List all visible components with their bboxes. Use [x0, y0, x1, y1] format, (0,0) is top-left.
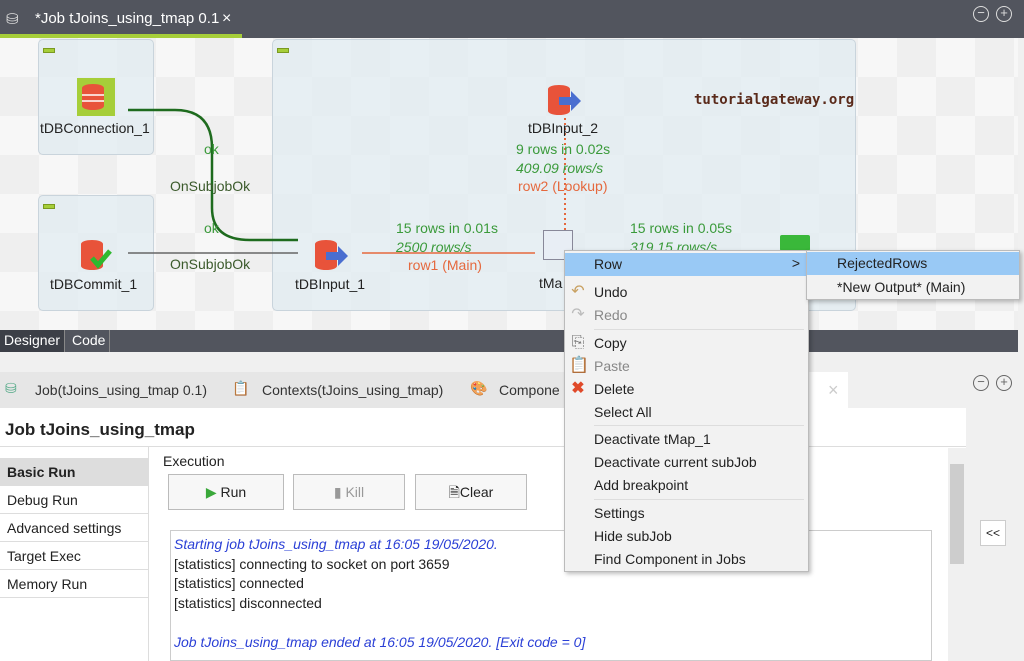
close-tab-icon[interactable]: ×	[808, 372, 848, 408]
tdbcommit-icon[interactable]	[78, 238, 114, 275]
menu-item-hide-subjob[interactable]: Hide subJob	[565, 525, 808, 548]
component-icon: 🎨	[470, 380, 488, 396]
row2-link-label[interactable]: row2 (Lookup)	[518, 178, 608, 194]
tab-contexts[interactable]: Contexts(tJoins_using_tmap)	[262, 382, 443, 398]
minimize-icon[interactable]: −	[973, 6, 989, 22]
console-line: [statistics] connecting to socket on por…	[174, 555, 450, 572]
row1-link-label[interactable]: row1 (Main)	[408, 257, 482, 273]
menu-item-select-all[interactable]: Select All	[565, 401, 808, 424]
side-debug-run[interactable]: Debug Run	[0, 486, 148, 514]
maximize-icon[interactable]: +	[996, 375, 1012, 391]
delete-icon: ✖	[571, 380, 585, 397]
watermark: tutorialgateway.org	[694, 92, 855, 108]
component-label: tDBConnection_1	[40, 120, 150, 136]
submenu-item-new-output[interactable]: *New Output* (Main)	[807, 276, 1019, 299]
menu-item-add-breakpoint[interactable]: Add breakpoint	[565, 474, 808, 497]
menu-item-copy[interactable]: ⎘ Copy	[565, 332, 808, 355]
clear-button[interactable]: 🗎Clear	[415, 474, 527, 510]
side-advanced-settings[interactable]: Advanced settings	[0, 514, 148, 542]
tab-title: *Job tJoins_using_tmap 0.1	[35, 10, 220, 27]
menu-item-deactivate-subjob[interactable]: Deactivate current subJob	[565, 451, 808, 474]
component-label: tDBInput_2	[528, 120, 599, 136]
side-target-exec[interactable]: Target Exec	[0, 542, 148, 570]
menu-item-undo[interactable]: ↶ Undo	[565, 281, 808, 304]
paste-icon: 📋	[569, 357, 589, 374]
menu-item-settings[interactable]: Settings	[565, 502, 808, 525]
row2-rate: 409.09 rows/s	[516, 160, 604, 176]
collapse-button[interactable]: <<	[980, 520, 1006, 546]
clear-label: Clear	[459, 484, 494, 500]
menu-item-find-component[interactable]: Find Component in Jobs	[565, 548, 808, 571]
output-component-icon[interactable]	[780, 235, 810, 251]
run-label: Run	[220, 484, 247, 500]
row1-stats: 15 rows in 0.01s	[396, 220, 498, 236]
side-basic-run[interactable]: Basic Run	[0, 458, 148, 486]
job-icon: ⛁	[6, 11, 19, 28]
menu-item-deactivate-tmap[interactable]: Deactivate tMap_1	[565, 428, 808, 451]
link-label: ok	[204, 220, 219, 236]
component-label: tMa	[539, 275, 563, 291]
tdbinput1-icon[interactable]	[312, 238, 352, 275]
menu-item-row[interactable]: Row >	[565, 253, 808, 276]
copy-icon: ⎘	[571, 334, 585, 351]
menu-item-delete[interactable]: ✖ Delete	[565, 378, 808, 401]
row1-rate: 2500 rows/s	[396, 239, 472, 255]
menu-item-paste[interactable]: 📋 Paste	[565, 355, 808, 378]
tab-job[interactable]: Job(tJoins_using_tmap 0.1)	[35, 382, 207, 398]
console-line: [statistics] disconnected	[174, 594, 322, 611]
console-output[interactable]: Starting job tJoins_using_tmap at 16:05 …	[170, 530, 932, 661]
row2-stats: 9 rows in 0.02s	[516, 141, 611, 157]
row-submenu: RejectedRows *New Output* (Main)	[806, 250, 1020, 300]
menu-item-redo[interactable]: ↷ Redo	[565, 304, 808, 327]
side-memory-run[interactable]: Memory Run	[0, 570, 148, 598]
tab-designer[interactable]: Designer	[0, 330, 66, 352]
page-title: Job tJoins_using_tmap	[5, 420, 195, 439]
tab-code[interactable]: Code	[68, 330, 111, 352]
component-label: tDBCommit_1	[50, 276, 138, 292]
editor-tab-bar: ⛁ *Job tJoins_using_tmap 0.1 × − +	[0, 0, 1024, 38]
console-line: [statistics] connected	[174, 575, 304, 591]
console-line: Job tJoins_using_tmap ended at 16:05 19/…	[174, 633, 586, 650]
console-line: Starting job tJoins_using_tmap at 16:05 …	[174, 536, 498, 552]
tdbinput2-icon[interactable]	[545, 83, 585, 120]
minimize-icon[interactable]: −	[973, 375, 989, 391]
chevron-right-icon: >	[791, 255, 800, 271]
output-stats: 15 rows in 0.05s	[630, 220, 732, 236]
component-label: tDBInput_1	[295, 276, 366, 292]
link-label: ok	[204, 141, 219, 157]
run-button[interactable]: ▶ Run	[168, 474, 284, 510]
maximize-icon[interactable]: +	[996, 6, 1012, 22]
designer-code-tabs: Designer Code	[0, 330, 1018, 352]
job-icon: ⛁	[5, 380, 17, 396]
tdbconnection-icon[interactable]	[77, 78, 115, 116]
undo-icon: ↶	[571, 283, 585, 300]
panel-scrollbar[interactable]	[948, 448, 966, 661]
link-label: OnSubjobOk	[170, 256, 251, 272]
kill-label: Kill	[345, 484, 365, 500]
context-menu: Row > ↶ Undo ↷ Redo ⎘ Copy 📋 Paste ✖ Delete Se…	[564, 250, 809, 572]
submenu-item-rejected-rows[interactable]: RejectedRows	[807, 252, 1019, 275]
execution-label: Execution	[163, 453, 225, 469]
close-tab-icon[interactable]: ×	[222, 10, 231, 28]
job-editor-tab[interactable]: ⛁ *Job tJoins_using_tmap 0.1 ×	[0, 0, 242, 38]
tab-component[interactable]: Compone	[499, 382, 560, 398]
link-label: OnSubjobOk	[170, 178, 251, 194]
redo-icon: ↷	[571, 306, 585, 323]
kill-button[interactable]: ▮ Kill	[293, 474, 405, 510]
contexts-icon: 📋	[232, 380, 250, 396]
